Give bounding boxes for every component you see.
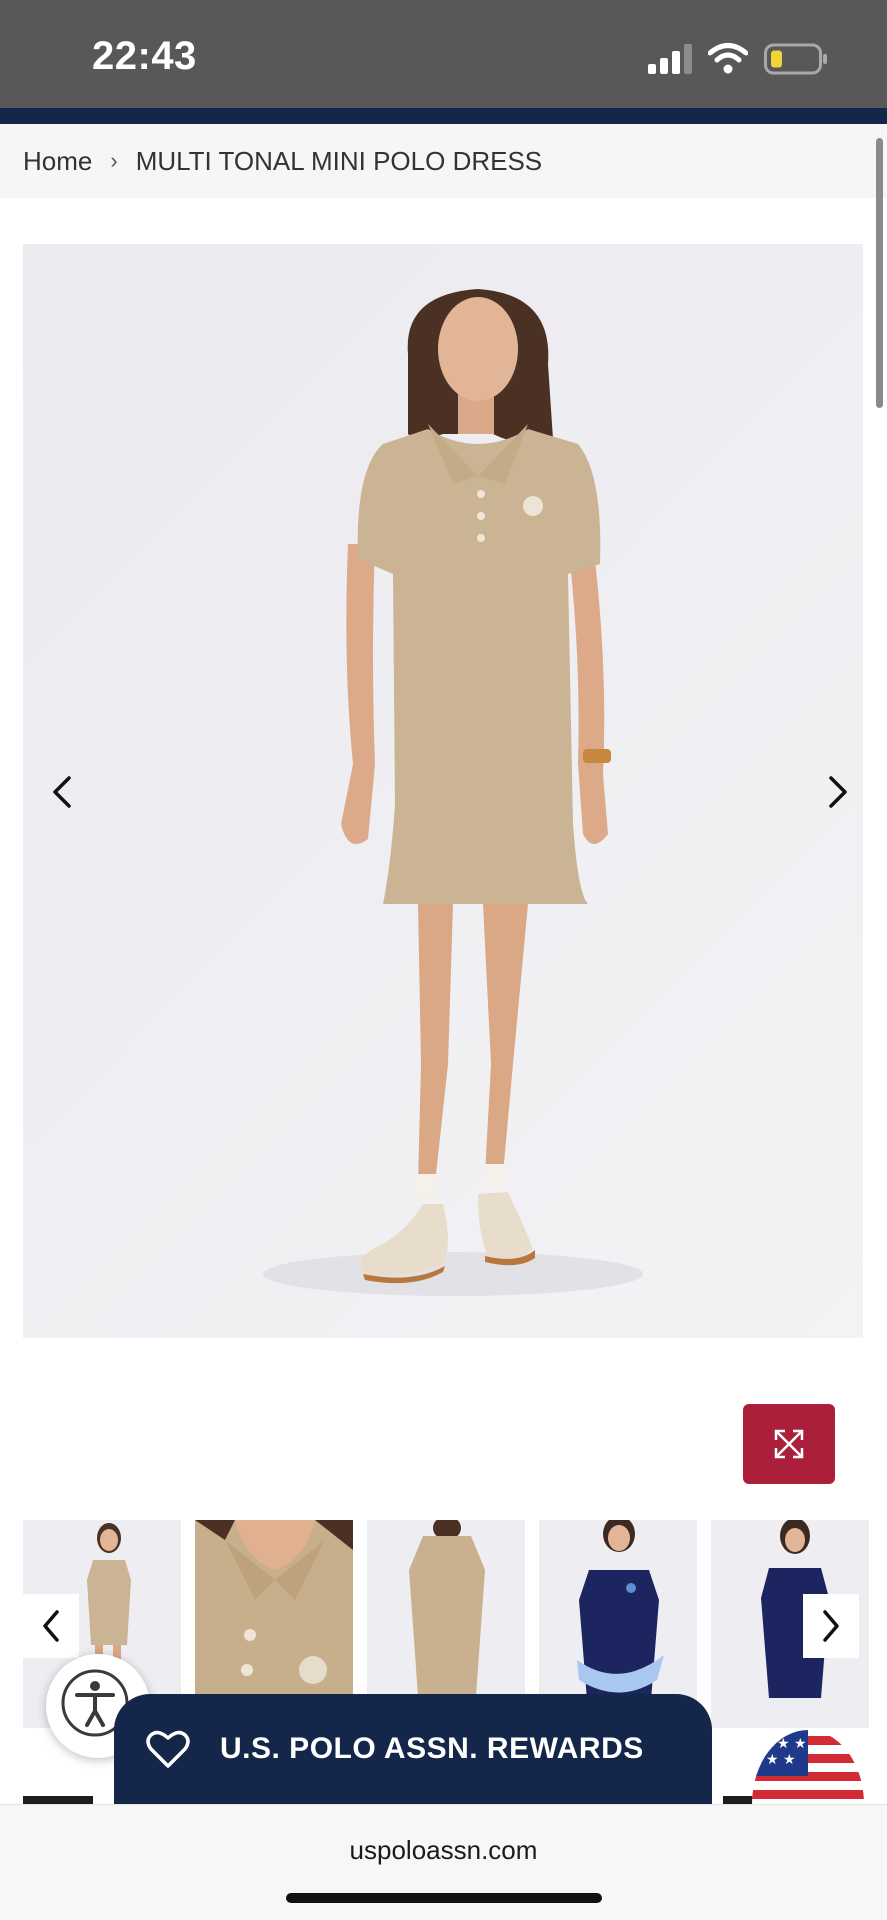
model-illustration bbox=[263, 289, 643, 1296]
heart-icon bbox=[146, 1730, 190, 1768]
chevron-left-icon bbox=[43, 1610, 59, 1642]
cellular-signal-icon bbox=[648, 44, 692, 74]
country-selector[interactable]: ★ ★ ★ ★ ★ bbox=[752, 1730, 864, 1804]
thumbnail-next-button[interactable] bbox=[803, 1594, 859, 1658]
site-header-strip bbox=[0, 108, 887, 124]
battery-low-icon bbox=[764, 43, 827, 75]
breadcrumb-current: MULTI TONAL MINI POLO DRESS bbox=[135, 145, 543, 176]
scrollbar[interactable] bbox=[876, 138, 883, 408]
svg-text:★ ★ ★: ★ ★ ★ bbox=[760, 1736, 807, 1752]
wifi-icon bbox=[708, 43, 748, 74]
browser-url-bar[interactable]: uspoloassn.com bbox=[0, 1804, 887, 1920]
thumbnail-prev-button[interactable] bbox=[23, 1594, 79, 1658]
status-bar: 22:43 bbox=[0, 0, 887, 108]
product-main-image[interactable] bbox=[23, 244, 863, 1338]
svg-text:★ ★: ★ ★ bbox=[766, 1752, 796, 1768]
url-text[interactable]: uspoloassn.com bbox=[0, 1835, 887, 1866]
app-root: 22:43 Home › MULTI TONAL MINI POLO DRESS bbox=[0, 0, 887, 1920]
expand-arrows-icon bbox=[774, 1429, 804, 1459]
breadcrumb: Home › MULTI TONAL MINI POLO DRESS bbox=[0, 124, 887, 198]
rewards-label: U.S. POLO ASSN. REWARDS bbox=[220, 1732, 644, 1765]
status-time: 22:43 bbox=[92, 34, 197, 78]
breadcrumb-home-link[interactable]: Home bbox=[23, 146, 92, 177]
us-flag-icon: ★ ★ ★ ★ ★ bbox=[752, 1730, 864, 1804]
image-next-icon[interactable] bbox=[817, 772, 857, 812]
rewards-banner[interactable]: U.S. POLO ASSN. REWARDS bbox=[114, 1694, 712, 1804]
image-prev-icon[interactable] bbox=[43, 772, 83, 812]
breadcrumb-separator: › bbox=[110, 148, 118, 173]
expand-image-button[interactable] bbox=[743, 1404, 835, 1484]
home-indicator[interactable] bbox=[286, 1893, 602, 1903]
chevron-right-icon bbox=[823, 1610, 839, 1642]
